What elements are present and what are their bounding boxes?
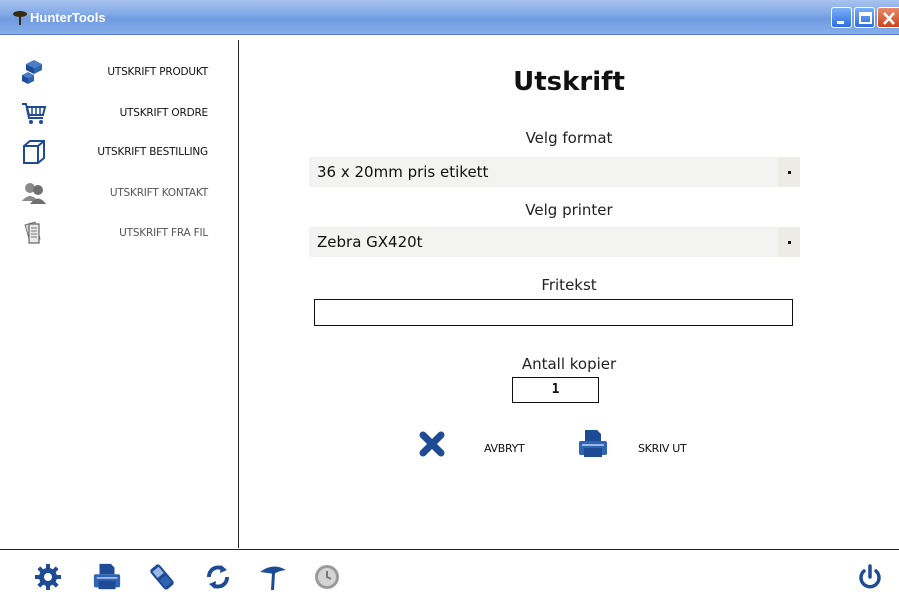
chevron-down-icon[interactable] xyxy=(778,227,800,257)
printer-icon xyxy=(579,430,607,457)
copies-label: Antall kopier xyxy=(521,355,617,373)
printer-icon xyxy=(93,563,121,590)
users-icon xyxy=(22,183,46,204)
sidebar-item-kontakt[interactable]: UTSKRIFT KONTAKT xyxy=(20,179,220,213)
print-label: SKRIV UT xyxy=(638,442,687,455)
close-icon xyxy=(419,431,445,457)
printer-label: Velg printer xyxy=(525,201,613,219)
box-outline-icon xyxy=(23,140,45,164)
print-button[interactable]: SKRIV UT xyxy=(578,428,698,468)
sidebar-item-label: UTSKRIFT BESTILLING xyxy=(97,146,208,158)
minimize-button[interactable] xyxy=(831,7,852,28)
clock-button[interactable] xyxy=(312,562,342,592)
freetext-label: Fritekst xyxy=(541,276,597,294)
cancel-button[interactable]: AVBRYT xyxy=(418,428,538,468)
format-label: Velg format xyxy=(525,129,613,147)
freetext-input[interactable] xyxy=(314,299,793,326)
maximize-icon xyxy=(859,12,872,24)
documents-icon xyxy=(24,221,41,244)
copies-input[interactable]: 1 xyxy=(512,377,599,403)
page-title: Utskrift xyxy=(513,67,625,97)
power-icon xyxy=(859,564,881,589)
cancel-label: AVBRYT xyxy=(484,442,525,455)
toolbar-divider xyxy=(0,549,899,550)
settings-button[interactable] xyxy=(33,562,63,592)
close-button[interactable] xyxy=(877,7,899,28)
cart-icon xyxy=(22,103,47,124)
sidebar-item-label: UTSKRIFT KONTAKT xyxy=(109,187,208,199)
printer-select-value: Zebra GX420t xyxy=(317,233,423,251)
format-select[interactable]: 36 x 20mm pris etikett xyxy=(309,157,800,187)
phone-button[interactable] xyxy=(147,562,177,592)
huntertools-button[interactable] xyxy=(258,562,288,592)
print-toolbar-button[interactable] xyxy=(92,562,122,592)
boxes-icon xyxy=(22,60,42,84)
sidebar-item-bestilling[interactable]: UTSKRIFT BESTILLING xyxy=(20,138,220,172)
gear-icon xyxy=(35,564,61,590)
maximize-button[interactable] xyxy=(854,7,875,28)
minimize-icon xyxy=(837,21,844,24)
clock-icon xyxy=(315,565,339,589)
sidebar-item-label: UTSKRIFT PRODUKT xyxy=(107,66,208,78)
title-bar: HunterTools xyxy=(0,0,899,35)
sidebar-divider xyxy=(238,40,239,548)
refresh-icon xyxy=(207,565,229,589)
format-select-value: 36 x 20mm pris etikett xyxy=(317,163,489,181)
sidebar-item-label: UTSKRIFT FRA FIL xyxy=(119,227,208,239)
phone-icon xyxy=(150,564,174,590)
tree-icon xyxy=(13,11,27,25)
window-title: HunterTools xyxy=(30,10,106,25)
sidebar: UTSKRIFT PRODUKT UTSKRIFT ORDRE UTSKRIFT… xyxy=(0,36,238,550)
power-button[interactable] xyxy=(855,562,885,592)
close-icon xyxy=(883,12,895,25)
sidebar-item-ordre[interactable]: UTSKRIFT ORDRE xyxy=(20,99,220,133)
sidebar-item-produkt[interactable]: UTSKRIFT PRODUKT xyxy=(20,58,220,92)
sidebar-item-fra-fil[interactable]: UTSKRIFT FRA FIL xyxy=(20,219,220,253)
chevron-down-icon[interactable] xyxy=(778,157,800,187)
sidebar-item-label: UTSKRIFT ORDRE xyxy=(119,107,209,119)
printer-select[interactable]: Zebra GX420t xyxy=(309,227,800,257)
tree-icon xyxy=(260,566,286,590)
sync-button[interactable] xyxy=(203,562,233,592)
